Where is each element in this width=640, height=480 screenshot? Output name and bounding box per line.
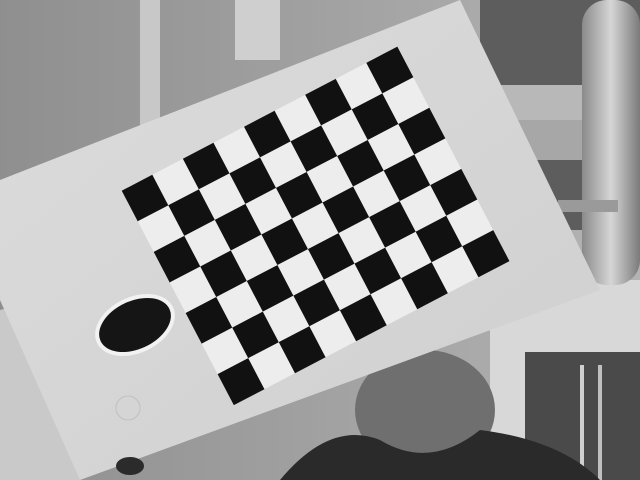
mop-handle [580,365,584,480]
vertical-duct [582,0,640,285]
mop-handle-2 [598,365,602,480]
cable-tray [558,200,618,212]
photo-scene [0,0,640,480]
board-screw [116,457,144,475]
photo [0,0,640,480]
door-frame-2 [235,0,280,60]
